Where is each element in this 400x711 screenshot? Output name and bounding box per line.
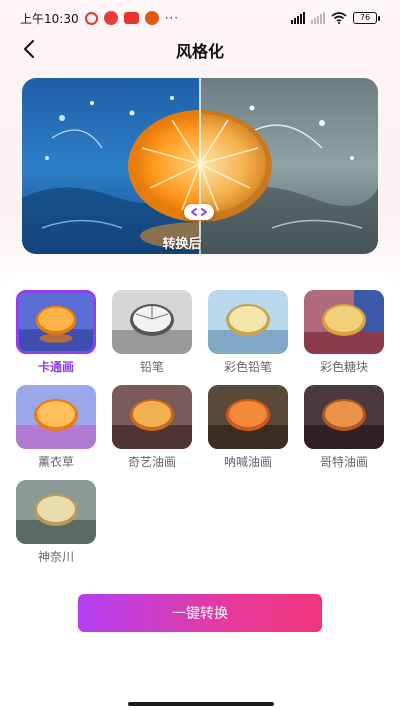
style-item-fantasy-oil[interactable]: 奇艺油画 (112, 385, 192, 470)
style-label-color-pencil: 彩色铅笔 (223, 360, 272, 374)
signal-icon (291, 12, 305, 24)
style-item-gothic-oil[interactable]: 哥特油画 (304, 385, 384, 470)
style-label-gothic-oil: 哥特油画 (319, 455, 368, 469)
battery-level: 76 (353, 12, 377, 24)
preview-image (22, 78, 378, 254)
style-label-scream-oil: 呐喊油画 (223, 455, 272, 469)
news-app-icon (123, 12, 139, 24)
header: 风格化 (0, 36, 400, 62)
preview-comparison[interactable]: 转换后 (22, 78, 378, 254)
style-item-color-pencil[interactable]: 彩色铅笔 (208, 290, 288, 375)
style-item-pencil[interactable]: 铅笔 (112, 290, 192, 375)
weibo-app-icon (103, 11, 118, 25)
style-thumb-kanagawa (16, 480, 96, 544)
one-click-convert-button[interactable]: 一键转换 (78, 594, 322, 632)
wifi-icon (331, 12, 347, 24)
style-label-kanagawa: 神奈川 (37, 550, 74, 564)
style-thumb-color-candy (304, 290, 384, 354)
style-thumb-lavender (16, 385, 96, 449)
alarm-clock-icon (84, 11, 98, 25)
style-label-fantasy-oil: 奇艺油画 (127, 455, 176, 469)
home-indicator[interactable] (128, 702, 274, 706)
style-label-cartoon: 卡通画 (37, 360, 74, 374)
style-item-kanagawa[interactable]: 神奈川 (16, 480, 96, 565)
status-time: 上午10:30 (20, 11, 79, 26)
style-item-scream-oil[interactable]: 呐喊油画 (208, 385, 288, 470)
style-item-cartoon[interactable]: 卡通画 (16, 290, 96, 375)
style-item-lavender[interactable]: 薰衣草 (16, 385, 96, 470)
status-left: 上午10:30 ··· (20, 10, 179, 27)
shopping-app-icon (144, 11, 159, 25)
compare-slider-handle[interactable] (184, 204, 214, 220)
style-label-color-candy: 彩色糖块 (319, 360, 368, 374)
status-bar: 上午10:30 ··· 76 (0, 0, 400, 36)
signal-secondary-icon (311, 12, 325, 24)
more-notifications-icon: ··· (164, 11, 180, 25)
battery-icon: 76 (353, 12, 380, 24)
page-title: 风格化 (175, 42, 224, 61)
status-right: 76 (291, 12, 380, 24)
style-thumb-scream-oil (208, 385, 288, 449)
style-label-pencil: 铅笔 (139, 360, 164, 374)
style-thumb-color-pencil (208, 290, 288, 354)
style-item-color-candy[interactable]: 彩色糖块 (304, 290, 384, 375)
preview-caption: 转换后 (162, 237, 202, 252)
style-thumb-gothic-oil (304, 385, 384, 449)
style-thumb-fantasy-oil (112, 385, 192, 449)
style-label-lavender: 薰衣草 (37, 455, 74, 469)
style-thumb-pencil (112, 290, 192, 354)
style-thumb-cartoon (16, 290, 96, 354)
left-right-arrows-icon (191, 208, 207, 216)
